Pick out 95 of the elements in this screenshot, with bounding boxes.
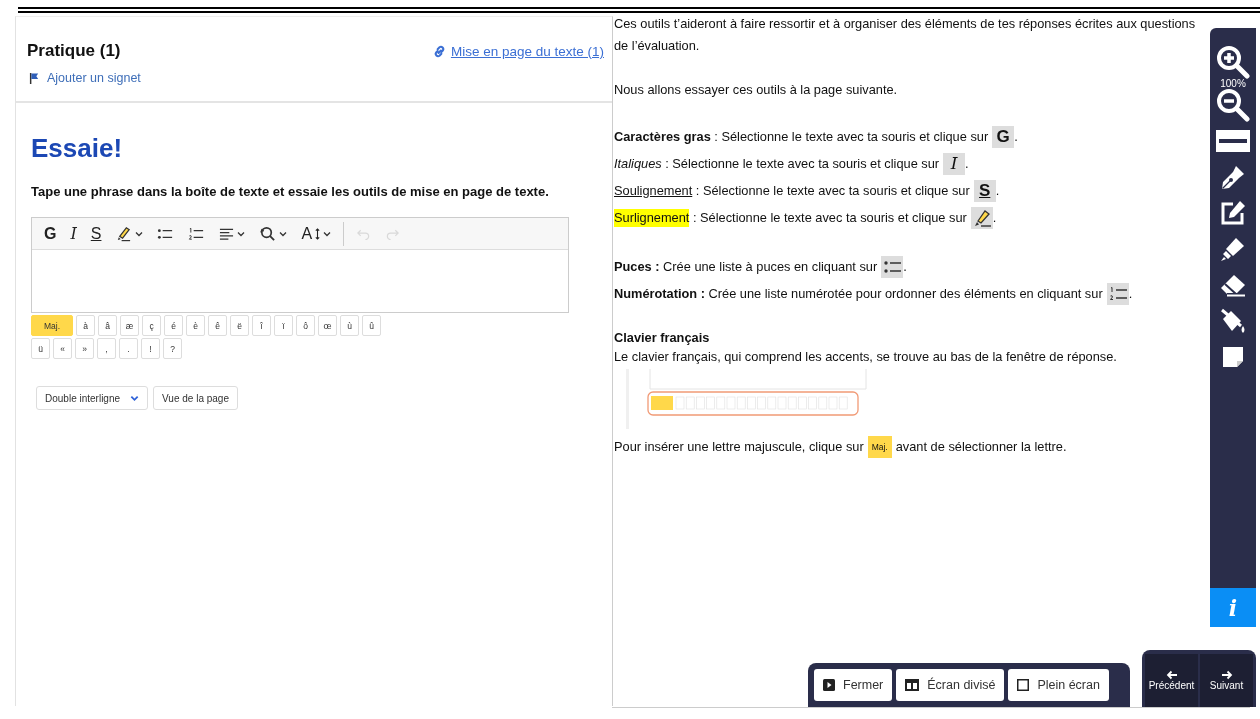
flag-icon [29,71,40,85]
arrow-left-icon [1165,670,1178,680]
instruction-text: Crée une liste numérotée pour ordonner des éléments en cliquant sur [707,284,1103,303]
instruction-text: : Sélectionne le texte avec ta souris et clique sur [713,127,989,146]
bullet-list-icon [157,226,175,241]
numbered-list-icon [188,226,206,241]
term-label: Italiques [614,154,662,173]
italic-button[interactable]: I [64,220,83,247]
paragraph: Nous allons essayer ces outils à la page suivante. [614,81,899,99]
accent-key[interactable]: â [98,315,117,336]
underline-letter-icon: S [973,179,996,202]
zoom-in-icon [1216,45,1250,79]
bold-letter-icon: G [992,125,1015,148]
zoom-out-icon [1216,88,1250,122]
section-title: Pratique (1) [27,41,121,61]
accent-key[interactable]: ç [142,315,161,336]
accent-key[interactable]: é [164,315,183,336]
undo-icon [356,227,372,240]
arrow-right-icon [1220,670,1233,680]
period-text: . [1128,284,1133,303]
period-text: . [1014,127,1018,146]
period-text: . [992,208,997,227]
term-label: Caractères gras [614,127,711,146]
accent-key[interactable]: ê [208,315,227,336]
previous-button[interactable]: Précédent [1145,654,1198,707]
paragraph: Ces outils t’aideront à faire ressortir et à organiser des éléments de tes réponses écrites aux questions de l’évaluation. [614,15,1197,55]
font-size-button[interactable]: A [295,220,338,247]
period-text: . [965,154,969,173]
line-reader-icon [1216,130,1250,152]
sticky-note-icon [1221,345,1245,369]
zoom-in-button[interactable] [1216,44,1250,80]
pen-icon [1221,164,1245,190]
view-button[interactable]: Fermer [814,669,893,701]
accent-key[interactable]: ü [31,338,50,359]
accent-key[interactable]: ë [230,315,249,336]
accent-key[interactable]: ù [340,315,359,336]
italic-letter-icon: I [943,152,966,175]
view-button[interactable]: Plein écran [1008,669,1109,701]
keyboard-heading: Clavier français [614,329,711,347]
instruction-text: : Sélectionne le texte avec ta souris et clique sur [664,154,940,173]
align-icon [219,226,235,241]
next-button[interactable]: Suivant [1200,654,1253,707]
accent-key[interactable]: è [186,315,205,336]
accent-key[interactable]: î [252,315,271,336]
keyboard-text: Le clavier français, qui comprend les accents, se trouve au bas de la fenêtre de réponse. [614,348,1118,366]
instruction-text: avant de sélectionner la lettre. [895,437,1067,456]
accent-key[interactable]: à [76,315,95,336]
practice-heading: Essaie! [31,133,124,164]
chevron-down-icon [130,394,140,402]
view-button[interactable]: Écran divisé [896,669,1005,701]
accent-key[interactable]: ï [274,315,293,336]
bookmark-link[interactable]: Ajouter un signet [27,71,604,85]
accent-key[interactable]: . [119,338,138,359]
instruction-text: Crée une liste à puces en cliquant sur [662,257,878,276]
zoom-level: 100% [1220,78,1246,89]
accent-key[interactable]: « [53,338,72,359]
eraser-icon [1219,273,1247,297]
shift-key: Maj. [867,435,892,458]
instruction-text: : Sélectionne le texte avec ta souris et clique sur [691,208,967,227]
period-text: . [995,181,1000,200]
accent-key[interactable]: , [97,338,116,359]
accent-key[interactable]: û [362,315,381,336]
zoom-out-button[interactable] [1216,87,1250,123]
underline-button[interactable]: S [84,220,108,247]
find-replace-icon [259,225,277,242]
edit-icon [1220,200,1246,226]
redo-icon [385,227,401,240]
page-view-button[interactable]: Vue de la page [153,386,238,410]
instruction-text: : Sélectionne le texte avec ta souris et clique sur [694,181,970,200]
resize-arrow-icon [315,226,321,241]
paint-bucket-icon [1219,307,1247,335]
play-square-icon [823,679,835,691]
term-label: Puces : [614,257,660,276]
instruction-text: Pour insérer une lettre majuscule, clique sur [614,437,864,456]
term-label: Numérotation : [614,284,705,303]
split-screen-icon [905,679,920,691]
accent-key[interactable]: æ [120,315,139,336]
highlighter-icon [115,225,133,242]
accent-key[interactable]: » [75,338,94,359]
accent-key[interactable]: ! [141,338,160,359]
accent-key[interactable]: œ [318,315,337,336]
accent-key[interactable]: ô [296,315,315,336]
highlighter-icon [970,206,993,229]
bold-button[interactable]: G [38,220,63,247]
line-spacing-dropdown[interactable]: Double interligne [36,386,149,410]
highlighter-icon [1220,236,1246,262]
accent-key[interactable]: ? [163,338,182,359]
square-icon [1017,679,1030,691]
document-link[interactable]: Mise en page du texte (1) [431,43,604,59]
term-label: Soulignement [614,181,693,200]
period-text: . [903,257,907,276]
shift-key[interactable]: Maj. [31,315,73,336]
numbered-list-icon [1106,282,1129,305]
bullet-list-icon [881,255,904,278]
instruction-text: Tape une phrase dans la boîte de texte et essaie les outils de mise en page de texte. [31,184,550,199]
